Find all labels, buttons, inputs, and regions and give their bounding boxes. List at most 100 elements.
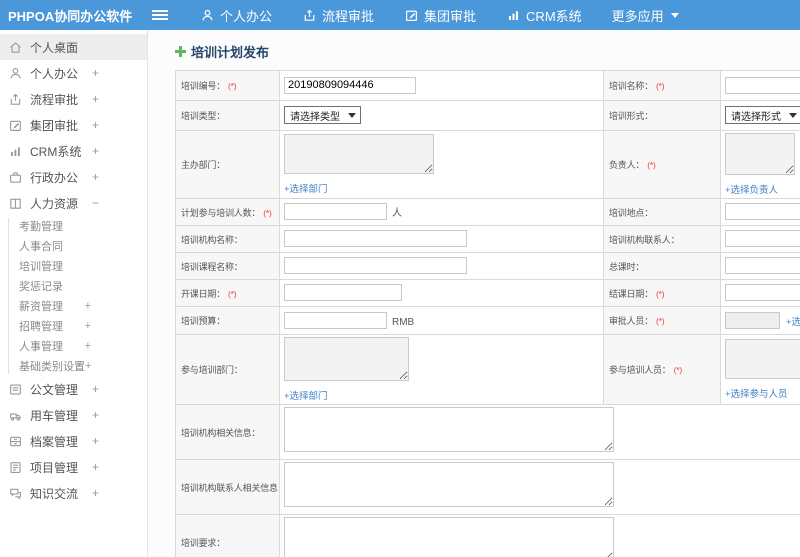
form-row: 培训编号：(*) 培训名称：(*): [175, 70, 800, 101]
select-leader-link[interactable]: +选择负责人: [725, 182, 800, 196]
required-marker: (*): [656, 288, 665, 299]
sidebar-subitem-personnel[interactable]: 人事管理 +: [0, 336, 147, 356]
training-type-select[interactable]: 请选择类型: [284, 106, 361, 125]
project-icon: [8, 460, 23, 475]
approver-input[interactable]: [725, 311, 780, 329]
location-input[interactable]: [725, 203, 800, 221]
main-content: 培训计划发布 培训编号：(*) 培训名称：(*) 培训类型： 请选择类型 培训形…: [148, 30, 800, 557]
sidebar-item-desktop[interactable]: 个人桌面: [0, 34, 147, 60]
select-approver-link[interactable]: +选择审批人员: [786, 317, 800, 328]
sidebar-item-personal-office[interactable]: 个人办公 +: [0, 60, 147, 86]
sidebar-subitem-training[interactable]: 培训管理: [0, 256, 147, 276]
sidebar-item-vehicle[interactable]: 用车管理 +: [0, 402, 147, 428]
sidebar-item-knowledge[interactable]: 知识交流 +: [0, 480, 147, 506]
hr-submenu: 考勤管理 人事合同 培训管理 奖惩记录 薪资管理 + 招聘管理 + 人事管理 + 基础…: [0, 216, 147, 376]
sidebar-subitem-attendance[interactable]: 考勤管理: [0, 216, 147, 236]
sidebar-item-project[interactable]: 项目管理 +: [0, 454, 147, 480]
topnav-more-apps[interactable]: 更多应用: [612, 6, 679, 25]
sidebar-subitem-salary[interactable]: 薪资管理 +: [0, 296, 147, 316]
requirements-textarea[interactable]: [284, 517, 614, 557]
training-name-input[interactable]: [725, 76, 800, 94]
sidebar: 个人桌面 个人办公 + 流程审批 + 集团审批 + CRM系统 + 行政办公 +: [0, 30, 148, 557]
caret-down-icon: [789, 112, 797, 118]
form-row: 培训机构名称： 培训机构联系人：: [175, 225, 800, 253]
sidebar-subitem-hr-contract[interactable]: 人事合同: [0, 236, 147, 256]
doc-icon: [8, 382, 23, 397]
required-marker: (*): [673, 365, 683, 375]
required-marker: (*): [647, 160, 656, 170]
form-row: 培训预算： RMB 审批人员：(*) +选择审批人员: [175, 306, 800, 335]
org-info-textarea[interactable]: [284, 407, 614, 452]
org-contact-info-textarea[interactable]: [284, 462, 614, 507]
unit-label: 人: [392, 208, 402, 219]
select-dept-link[interactable]: +选择部门: [284, 181, 599, 195]
topnav-group-approval[interactable]: 集团审批: [404, 6, 476, 25]
caret-down-icon: [348, 112, 356, 118]
archive-icon: [8, 434, 23, 449]
sidebar-subitem-reward-record[interactable]: 奖惩记录: [0, 276, 147, 296]
chat-icon: [8, 486, 23, 501]
user-icon: [202, 9, 213, 20]
sidebar-item-process-approval[interactable]: 流程审批 +: [0, 86, 147, 112]
sidebar-item-documents[interactable]: 公文管理 +: [0, 376, 147, 402]
app-title: PHPOA协同办公软件: [8, 8, 133, 24]
caret-down-icon: [670, 12, 679, 18]
topnav-crm[interactable]: CRM系统: [506, 6, 582, 25]
form-row: 培训机构相关信息：: [175, 404, 800, 460]
join-dept-textarea[interactable]: [284, 337, 409, 381]
car-icon: [8, 408, 23, 423]
chart-icon: [509, 10, 519, 20]
chart-icon: [8, 144, 23, 159]
form-row: 培训要求：: [175, 514, 800, 557]
form-row: 参与培训部门： +选择部门 参与培训人员： (*) +选择参与人员: [175, 334, 800, 405]
topnav-personal-office[interactable]: 个人办公: [200, 6, 272, 25]
sidebar-item-group-approval[interactable]: 集团审批 +: [0, 112, 147, 138]
planned-count-input[interactable]: [284, 203, 387, 221]
sidebar-subitem-base-category[interactable]: 基础类别设置 +: [0, 356, 147, 376]
leader-textarea[interactable]: [725, 133, 795, 175]
training-mode-select[interactable]: 请选择形式: [725, 106, 800, 125]
form-row: 计划参与培训人数： (*) 人 培训地点：: [175, 198, 800, 226]
host-dept-textarea[interactable]: [284, 134, 434, 174]
training-no-input[interactable]: [284, 76, 416, 94]
org-name-input[interactable]: [284, 230, 467, 248]
sidebar-item-crm[interactable]: CRM系统 +: [0, 138, 147, 164]
required-marker: (*): [228, 81, 237, 91]
select-dept-link[interactable]: +选择部门: [284, 388, 599, 402]
process-icon: [304, 9, 315, 21]
course-name-input[interactable]: [284, 257, 467, 275]
menu-toggle-icon[interactable]: [152, 8, 168, 22]
user-icon: [8, 66, 23, 81]
end-date-input[interactable]: [725, 284, 800, 302]
required-marker: (*): [656, 81, 665, 91]
join-people-textarea[interactable]: [725, 339, 800, 379]
page-title: 培训计划发布: [175, 42, 800, 61]
sidebar-item-archive[interactable]: 档案管理 +: [0, 428, 147, 454]
form-row: 开课日期： (*) 结课日期： (*): [175, 279, 800, 307]
top-navigation: 个人办公 流程审批 集团审批 CRM系统 更多应用: [200, 6, 709, 25]
form-row: 主办部门： +选择部门 负责人： (*) +选择负责人: [175, 130, 800, 199]
sidebar-item-hr[interactable]: 人力资源 −: [0, 190, 147, 216]
topnav-process-approval[interactable]: 流程审批: [302, 6, 374, 25]
required-marker: (*): [656, 316, 665, 326]
required-marker: (*): [228, 288, 237, 299]
sidebar-item-admin-office[interactable]: 行政办公 +: [0, 164, 147, 190]
form-row: 培训机构联系人相关信息：: [175, 459, 800, 515]
sidebar-subitem-recruit[interactable]: 招聘管理 +: [0, 316, 147, 336]
approval-icon: [406, 10, 418, 21]
training-plan-form: 培训编号：(*) 培训名称：(*) 培训类型： 请选择类型 培训形式： 请选择形…: [175, 70, 800, 557]
total-hours-input[interactable]: [725, 257, 800, 275]
home-icon: [8, 40, 23, 55]
currency-label: RMB: [392, 316, 415, 328]
select-join-people-link[interactable]: +选择参与人员: [725, 386, 800, 400]
hr-icon: [8, 196, 23, 211]
start-date-input[interactable]: [284, 284, 402, 302]
org-contact-input[interactable]: [725, 230, 800, 248]
required-marker: (*): [263, 207, 272, 218]
form-row: 培训类型： 请选择类型 培训形式： 请选择形式: [175, 100, 800, 131]
briefcase-icon: [8, 170, 23, 185]
budget-input[interactable]: [284, 311, 387, 329]
topbar: PHPOA协同办公软件 个人办公 流程审批 集团审批 CRM系统 更多应用: [0, 0, 800, 30]
form-row: 培训课程名称： 总课时：: [175, 252, 800, 280]
approval-icon: [8, 118, 23, 133]
